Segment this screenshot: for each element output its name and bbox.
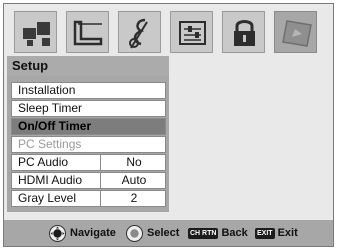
menu-tab-bar	[14, 11, 319, 53]
button-guide-bar: Navigate Select CH RTN Back EXIT Exit	[4, 220, 333, 246]
menu-item-label: Gray Level	[18, 191, 77, 205]
ch-rtn-key-icon: CH RTN	[188, 227, 219, 239]
tab-audio[interactable]	[118, 11, 161, 53]
menu-item-gray-level[interactable]: Gray Level 2	[11, 190, 166, 207]
setup-menu-screen: Setup Installation Sleep Timer On/Off Ti…	[3, 3, 334, 247]
menu-item-pc-settings: PC Settings	[11, 136, 166, 153]
menu-item-installation[interactable]: Installation	[11, 82, 166, 99]
menu-item-label: On/Off Timer	[18, 119, 92, 133]
menu-title: Setup	[7, 56, 169, 76]
setup-card-icon	[282, 20, 312, 47]
navigate-hint: Navigate	[49, 220, 116, 246]
tab-preferences[interactable]	[170, 11, 213, 53]
menu-item-label: PC Audio	[18, 155, 69, 169]
setup-menu-list: Installation Sleep Timer On/Off Timer PC…	[7, 76, 169, 212]
menu-item-label: HDMI Audio	[18, 173, 83, 187]
menu-item-hdmi-audio[interactable]: HDMI Audio Auto	[11, 172, 166, 189]
select-label: Select	[147, 227, 180, 239]
navigate-label: Navigate	[70, 227, 116, 239]
menu-item-sleep-timer[interactable]: Sleep Timer	[11, 100, 166, 117]
hdmi-audio-value[interactable]: Auto	[100, 173, 165, 188]
select-hint: Select	[126, 220, 179, 246]
tab-picture[interactable]	[14, 11, 57, 53]
dpad-icon	[49, 224, 66, 242]
exit-label: Exit	[277, 227, 298, 239]
music-note-icon	[129, 18, 148, 49]
exit-key-icon: EXIT	[255, 227, 275, 239]
tab-setup[interactable]	[274, 11, 317, 53]
tab-locks[interactable]	[222, 11, 265, 53]
menu-item-label: Sleep Timer	[18, 101, 83, 115]
menu-item-label: Installation	[18, 83, 76, 97]
enter-button-icon	[126, 224, 143, 242]
exit-hint: EXIT Exit	[255, 220, 298, 246]
gray-level-value[interactable]: 2	[100, 191, 165, 206]
pc-audio-value[interactable]: No	[100, 155, 165, 170]
settings-sliders-icon	[179, 21, 206, 45]
tv-screen-icon	[73, 20, 103, 46]
back-label: Back	[221, 227, 248, 239]
back-hint: CH RTN Back	[188, 220, 248, 246]
picture-icon	[23, 22, 50, 46]
menu-item-on-off-timer[interactable]: On/Off Timer	[11, 118, 166, 135]
menu-item-pc-audio[interactable]: PC Audio No	[11, 154, 166, 171]
menu-item-label: PC Settings	[18, 137, 82, 151]
tab-screen[interactable]	[66, 11, 109, 53]
lock-icon	[234, 20, 255, 46]
